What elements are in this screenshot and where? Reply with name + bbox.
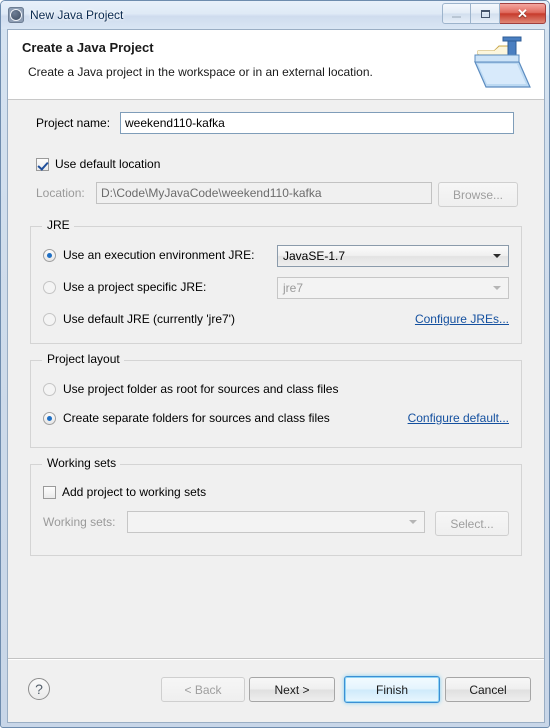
minimize-button[interactable]	[442, 3, 471, 24]
wizard-gear-icon	[8, 7, 24, 23]
browse-button[interactable]: Browse...	[438, 182, 518, 207]
wizard-body: Project name: Use default location Locat…	[8, 100, 544, 660]
location-label: Location:	[36, 186, 85, 200]
configure-default-link[interactable]: Configure default...	[408, 411, 509, 425]
select-working-sets-button[interactable]: Select...	[435, 511, 509, 536]
help-icon[interactable]: ?	[28, 678, 50, 700]
use-default-location-checkbox[interactable]	[36, 157, 49, 171]
configure-jres-link[interactable]: Configure JREs...	[415, 312, 509, 326]
finish-button[interactable]: Finish	[344, 676, 440, 703]
next-button[interactable]: Next >	[249, 677, 335, 702]
jre-project-specific-radio[interactable]	[43, 280, 56, 294]
jre-execution-environment-label: Use an execution environment JRE:	[63, 248, 255, 262]
project-layout-group: Project layout Use project folder as roo…	[30, 352, 522, 448]
project-layout-group-title: Project layout	[43, 352, 124, 366]
working-sets-row: Working sets:	[43, 515, 115, 529]
location-input[interactable]	[96, 182, 432, 204]
jre-option-project-specific[interactable]: Use a project specific JRE:	[43, 280, 206, 294]
working-sets-group: Working sets Add project to working sets…	[30, 456, 522, 556]
project-name-input[interactable]	[120, 112, 514, 134]
add-to-working-sets-checkbox[interactable]	[43, 485, 56, 499]
project-specific-jre-combo[interactable]: jre7	[277, 277, 509, 299]
execution-environment-combo[interactable]: JavaSE-1.7	[277, 245, 509, 267]
jre-project-specific-label: Use a project specific JRE:	[63, 280, 207, 294]
maximize-icon	[480, 9, 490, 18]
working-sets-group-title: Working sets	[43, 456, 121, 470]
project-name-row: Project name:	[36, 116, 110, 130]
page-title: Create a Java Project	[22, 40, 154, 55]
cancel-button[interactable]: Cancel	[445, 677, 531, 702]
jre-group: JRE Use an execution environment JRE: Ja…	[30, 218, 522, 344]
page-description: Create a Java project in the workspace o…	[28, 65, 373, 79]
jre-option-default[interactable]: Use default JRE (currently 'jre7')	[43, 312, 235, 326]
dialog-client-area: Create a Java Project Create a Java proj…	[7, 29, 545, 723]
jre-execution-environment-radio[interactable]	[43, 248, 56, 262]
project-specific-jre-value: jre7	[283, 281, 304, 295]
window-title: New Java Project	[30, 8, 124, 22]
jre-default-label: Use default JRE (currently 'jre7')	[63, 312, 235, 326]
layout-option-separate-folders[interactable]: Create separate folders for sources and …	[43, 411, 330, 425]
layout-separate-folders-label: Create separate folders for sources and …	[63, 411, 330, 425]
wizard-header: Create a Java Project Create a Java proj…	[8, 30, 544, 100]
layout-project-folder-label: Use project folder as root for sources a…	[63, 382, 339, 396]
project-name-label: Project name:	[36, 116, 111, 130]
layout-separate-folders-radio[interactable]	[43, 411, 56, 425]
jre-group-title: JRE	[43, 218, 74, 232]
maximize-button[interactable]	[471, 3, 500, 24]
close-button[interactable]: ✕	[500, 3, 546, 24]
jre-default-radio[interactable]	[43, 312, 56, 326]
minimize-icon	[452, 15, 461, 18]
java-project-folder-icon	[474, 36, 531, 88]
back-button[interactable]: < Back	[161, 677, 245, 702]
use-default-location-row[interactable]: Use default location	[36, 157, 160, 171]
working-sets-combo[interactable]	[127, 511, 425, 533]
add-to-working-sets-row[interactable]: Add project to working sets	[43, 485, 206, 499]
working-sets-label: Working sets:	[43, 515, 116, 529]
location-row: Location:	[36, 186, 85, 200]
execution-environment-value: JavaSE-1.7	[283, 249, 346, 263]
title-bar[interactable]: New Java Project ✕	[1, 1, 549, 29]
dialog-window: New Java Project ✕ Create a Java Project…	[0, 0, 550, 728]
chevron-down-icon	[493, 286, 501, 290]
close-icon: ✕	[517, 6, 528, 21]
window-controls: ✕	[442, 3, 546, 24]
layout-option-project-folder[interactable]: Use project folder as root for sources a…	[43, 382, 338, 396]
dialog-button-bar: ? < Back Next > Finish Cancel	[8, 658, 544, 722]
button-bar-separator	[8, 658, 544, 660]
add-to-working-sets-label: Add project to working sets	[62, 485, 207, 499]
use-default-location-label: Use default location	[55, 157, 161, 171]
jre-option-execution-environment[interactable]: Use an execution environment JRE:	[43, 248, 254, 262]
chevron-down-icon	[493, 254, 501, 258]
chevron-down-icon	[409, 520, 417, 524]
layout-project-folder-radio[interactable]	[43, 382, 56, 396]
